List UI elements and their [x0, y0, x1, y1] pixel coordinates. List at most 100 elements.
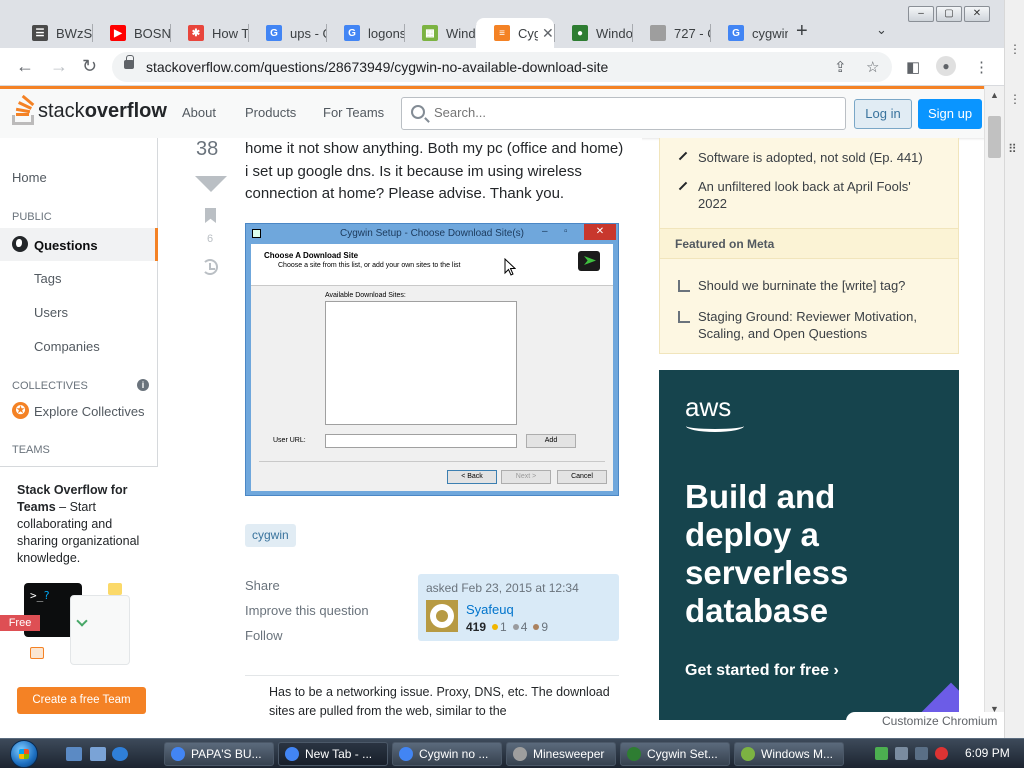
taskbar-app-icon: [627, 747, 641, 761]
sidebar-item-explore-collectives[interactable]: Explore Collectives: [34, 404, 145, 419]
tab-search-chevron-icon[interactable]: ⌄: [876, 22, 887, 38]
shot-user-url-field: [325, 434, 517, 448]
login-button[interactable]: Log in: [854, 99, 912, 129]
history-icon[interactable]: [202, 259, 218, 275]
side-panel-icon[interactable]: ◧: [906, 58, 920, 76]
profile-avatar-icon[interactable]: ●: [936, 56, 956, 76]
sidebar-item-home[interactable]: Home: [12, 170, 47, 185]
share-link[interactable]: Share: [245, 578, 280, 593]
more-options-icon[interactable]: ⋮: [1009, 42, 1021, 56]
new-tab-button[interactable]: +: [796, 20, 808, 43]
browser-tab[interactable]: 727 - G: [632, 18, 710, 48]
start-button-icon[interactable]: [10, 740, 38, 768]
tab-favicon-icon: G: [344, 25, 360, 41]
forward-arrow-icon[interactable]: →: [50, 56, 68, 77]
browser-tab[interactable]: ☰ BWzSV: [14, 18, 92, 48]
user-name-link[interactable]: Syafeuq: [466, 602, 514, 617]
pencil-icon: [678, 151, 688, 161]
browser-tab[interactable]: Glogons: [326, 18, 404, 48]
browser-menu-icon[interactable]: ⋮: [974, 58, 989, 76]
back-arrow-icon[interactable]: ←: [16, 56, 34, 77]
info-icon[interactable]: i: [137, 379, 149, 391]
taskbar-window-button[interactable]: New Tab - ...: [278, 742, 388, 766]
site-search[interactable]: [401, 97, 846, 130]
embedded-screenshot[interactable]: Cygwin Setup - Choose Download Site(s) –…: [245, 223, 619, 496]
browser-tab[interactable]: Gcygwin: [710, 18, 788, 48]
aws-advertisement[interactable]: aws Build and deploy a serverless databa…: [659, 370, 959, 720]
shot-user-url-label: User URL:: [273, 437, 306, 444]
meta-item-link[interactable]: Should we burninate the [write] tag?: [698, 277, 938, 294]
nav-for-teams[interactable]: For Teams: [323, 105, 384, 120]
ad-cta-link[interactable]: Get started for free ›: [685, 662, 839, 680]
page-scrollbar[interactable]: ▲ ▼: [984, 86, 1004, 720]
desktop-side-strip: ⋮ ⋮ ⠿: [1004, 0, 1024, 738]
sidebar-item-companies[interactable]: Companies: [34, 339, 100, 354]
search-input[interactable]: [434, 105, 834, 120]
taskbar-window-button[interactable]: PAPA'S BU...: [164, 742, 274, 766]
sidebar-item-questions-label[interactable]: Questions: [34, 238, 98, 253]
taskbar-window-button[interactable]: Cygwin Set...: [620, 742, 730, 766]
show-desktop-icon[interactable]: [66, 747, 82, 761]
address-bar[interactable]: stackoverflow.com/questions/28673949/cyg…: [112, 52, 892, 82]
downvote-arrow-icon[interactable]: [195, 176, 227, 192]
teams-promo-text: Stack Overflow for Teams – Start collabo…: [17, 483, 140, 565]
shot-next-button: Next >: [501, 470, 551, 484]
globe-icon: [12, 236, 28, 252]
scrollbar-thumb[interactable]: [988, 116, 1001, 158]
security-alert-icon[interactable]: [935, 747, 948, 760]
sidebar-item-tags[interactable]: Tags: [34, 271, 61, 286]
tab-close-icon[interactable]: ✕: [542, 25, 554, 42]
browser-tab[interactable]: ≡ Cyg ✕: [476, 18, 554, 48]
switch-windows-icon[interactable]: [90, 747, 106, 761]
silver-badge-icon: [512, 624, 519, 630]
tab-favicon-icon: ▦: [422, 25, 438, 41]
user-avatar[interactable]: [426, 600, 458, 632]
nav-products[interactable]: Products: [245, 105, 296, 120]
shot-separator: [259, 461, 605, 462]
browser-tab[interactable]: ✱ How To: [170, 18, 248, 48]
taskbar-app-icon: [399, 747, 413, 761]
browser-tab-strip: ☰BWzSV▶BOSNI✱How ToGups - GGlogons▦Windo…: [0, 0, 1004, 48]
question-owner-card: asked Feb 23, 2015 at 12:34 Syafeuq 419 1…: [418, 574, 619, 641]
meta-item-link[interactable]: Staging Ground: Reviewer Motivation, Sca…: [698, 308, 938, 342]
share-icon[interactable]: ⇪: [834, 58, 847, 76]
browser-toolbar: ← → ↻ stackoverflow.com/questions/286739…: [0, 48, 1004, 86]
blog-item-link[interactable]: An unfiltered look back at April Fools' …: [698, 178, 938, 212]
browser-tab[interactable]: ▦ Windo: [404, 18, 476, 48]
close-window-button[interactable]: ✕: [964, 6, 990, 22]
internet-explorer-icon[interactable]: [112, 747, 128, 761]
taskbar-window-button[interactable]: Minesweeper: [506, 742, 616, 766]
tab-favicon-icon: ☰: [32, 25, 48, 41]
address-url[interactable]: stackoverflow.com/questions/28673949/cyg…: [146, 59, 608, 75]
follow-link[interactable]: Follow: [245, 628, 283, 643]
scroll-up-arrow-icon[interactable]: ▲: [990, 90, 999, 100]
tray-app-icon[interactable]: [875, 747, 888, 760]
browser-tab[interactable]: Gups - G: [248, 18, 326, 48]
minimize-button[interactable]: –: [908, 6, 934, 22]
reload-icon[interactable]: ↻: [82, 56, 97, 77]
browser-tab[interactable]: ● Windo: [554, 18, 632, 48]
taskbar-clock[interactable]: 6:09 PM: [965, 746, 1010, 760]
bookmark-star-icon[interactable]: ☆: [866, 58, 879, 76]
create-free-team-button[interactable]: Create a free Team: [17, 687, 146, 714]
taskbar-window-button[interactable]: Windows M...: [734, 742, 844, 766]
bookmark-icon[interactable]: [205, 208, 216, 223]
tag-cygwin[interactable]: cygwin: [245, 524, 296, 547]
lock-icon[interactable]: [124, 55, 134, 69]
taskbar-window-button[interactable]: Cygwin no ...: [392, 742, 502, 766]
browser-tab[interactable]: ▶ BOSNI: [92, 18, 170, 48]
grid-dots-icon[interactable]: ⠿: [1008, 142, 1017, 156]
tab-favicon-icon: ●: [572, 25, 588, 41]
more-options-icon[interactable]: ⋮: [1009, 92, 1021, 106]
customize-chromium-button[interactable]: Customize Chromium: [846, 712, 1004, 730]
tab-title: BOSNI: [134, 25, 170, 41]
stackoverflow-logo[interactable]: stack overflow: [12, 94, 167, 125]
nav-about[interactable]: About: [182, 105, 216, 120]
volume-icon[interactable]: [915, 747, 928, 760]
maximize-button[interactable]: ▢: [936, 6, 962, 22]
sidebar-item-users[interactable]: Users: [34, 305, 68, 320]
blog-item-link[interactable]: Software is adopted, not sold (Ep. 441): [698, 149, 938, 166]
signup-button[interactable]: Sign up: [918, 99, 982, 129]
network-icon[interactable]: [895, 747, 908, 760]
improve-question-link[interactable]: Improve this question: [245, 603, 369, 618]
